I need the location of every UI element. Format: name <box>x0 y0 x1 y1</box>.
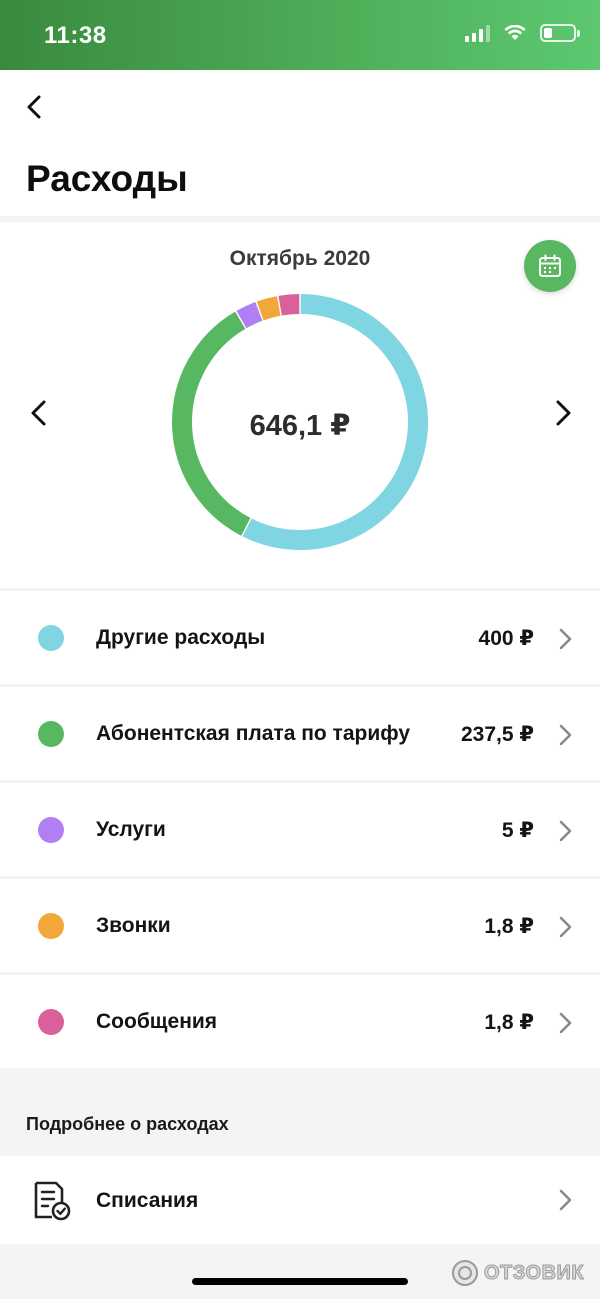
watermark: ОТЗОВИК <box>450 1258 584 1288</box>
donut-total: 646,1 ₽ <box>249 410 351 442</box>
status-time: 11:38 <box>44 22 107 49</box>
next-month-button[interactable] <box>550 398 576 428</box>
donut-slice-4 <box>256 296 281 321</box>
expense-item-messages[interactable]: Сообщения 1,8 ₽ <box>0 975 600 1068</box>
chevron-left-icon[interactable] <box>20 92 50 122</box>
expense-item-services[interactable]: Услуги 5 ₽ <box>0 783 600 876</box>
signal-icon <box>465 24 490 42</box>
category-dot <box>38 1009 64 1035</box>
write-offs-label: Списания <box>96 1189 199 1212</box>
calendar-icon <box>539 254 561 277</box>
expense-item-subscription[interactable]: Абонентская плата по тарифу 237,5 ₽ <box>0 687 600 780</box>
expense-item-other[interactable]: Другие расходы 400 ₽ <box>0 591 600 684</box>
previous-month-button[interactable] <box>26 398 52 428</box>
expense-label: Звонки <box>96 914 171 937</box>
watermark-text: ОТЗОВИК <box>483 1261 585 1284</box>
write-offs-row[interactable]: Списания <box>0 1156 600 1244</box>
details-section-title: Подробнее о расходах <box>26 1114 229 1134</box>
donut-slice-5 <box>278 294 300 316</box>
chart-card: Октябрь 2020 646,1 ₽ <box>0 222 600 588</box>
chevron-right-icon <box>559 1189 572 1211</box>
chart-month-label: Октябрь 2020 <box>229 247 371 270</box>
wifi-icon <box>504 25 526 40</box>
expense-label: Другие расходы <box>96 626 266 649</box>
header: Расходы <box>0 70 600 216</box>
expense-label: Сообщения <box>96 1010 218 1033</box>
battery-level <box>544 28 553 38</box>
category-dot <box>38 721 64 747</box>
category-dot <box>38 913 64 939</box>
expense-label: Услуги <box>96 818 166 841</box>
expense-value: 1,8 ₽ <box>484 915 534 938</box>
status-icons <box>465 24 580 42</box>
page-title: Расходы <box>26 158 188 199</box>
category-dot <box>38 625 64 651</box>
chevron-right-icon <box>559 820 572 842</box>
battery-icon <box>540 24 580 42</box>
chevron-right-icon <box>559 916 572 938</box>
expense-value: 1,8 ₽ <box>484 1011 534 1034</box>
home-indicator <box>192 1278 408 1285</box>
category-dot <box>38 817 64 843</box>
expense-item-calls[interactable]: Звонки 1,8 ₽ <box>0 879 600 972</box>
expense-value: 5 ₽ <box>501 819 534 842</box>
chevron-right-icon <box>559 724 572 746</box>
expense-list: Другие расходы 400 ₽ Абонентская плата п… <box>0 591 600 1071</box>
chevron-right-icon <box>559 628 572 650</box>
donut-slice-3 <box>236 302 263 329</box>
expense-value: 237,5 ₽ <box>461 723 534 746</box>
calendar-button[interactable] <box>524 240 576 292</box>
expense-value: 400 ₽ <box>478 627 534 650</box>
status-bar: 11:38 <box>0 0 600 70</box>
chevron-right-icon <box>559 1012 572 1034</box>
expense-label: Абонентская плата по тарифу <box>96 722 411 745</box>
watermark-logo-icon <box>452 1260 478 1286</box>
document-check-icon <box>34 1181 71 1221</box>
